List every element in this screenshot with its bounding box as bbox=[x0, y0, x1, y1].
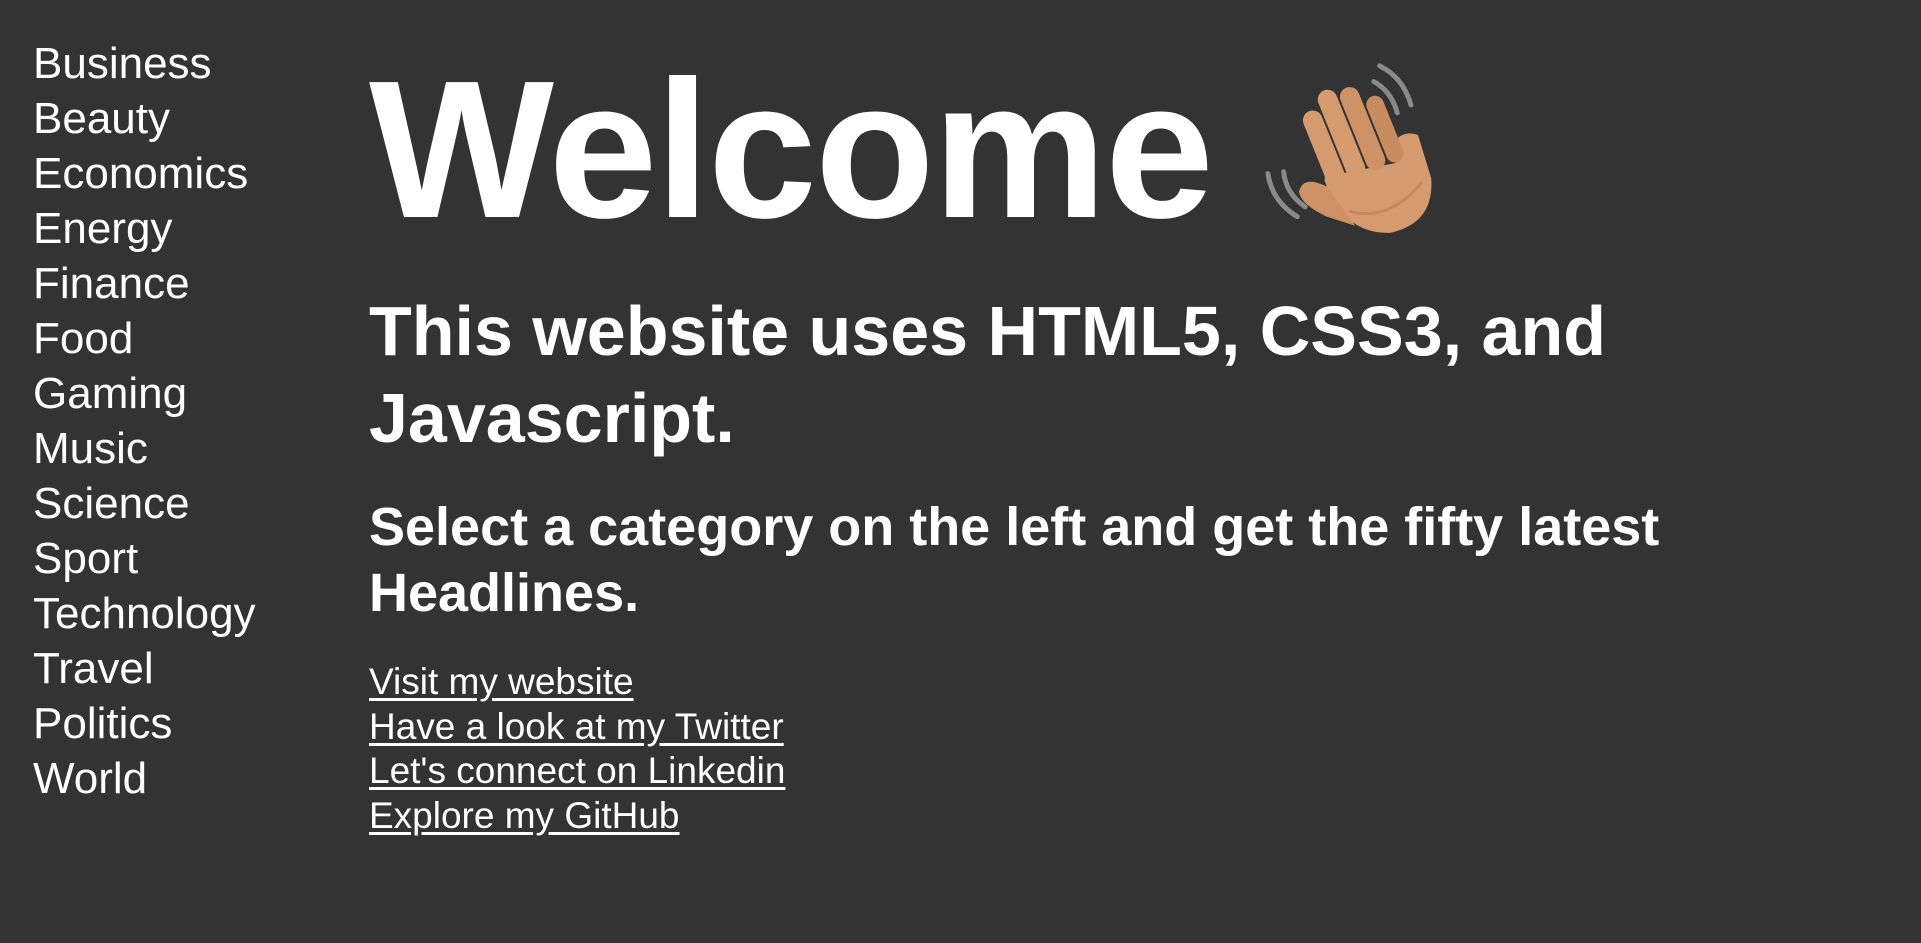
linkedin-link[interactable]: Let's connect on Linkedin bbox=[369, 749, 785, 794]
sidebar-item-food[interactable]: Food bbox=[33, 311, 333, 366]
github-link[interactable]: Explore my GitHub bbox=[369, 794, 785, 839]
sidebar-item-business[interactable]: Business bbox=[33, 36, 333, 91]
twitter-link[interactable]: Have a look at my Twitter bbox=[369, 705, 785, 750]
sidebar-item-travel[interactable]: Travel bbox=[33, 641, 333, 696]
sidebar-item-energy[interactable]: Energy bbox=[33, 201, 333, 256]
sidebar-item-technology[interactable]: Technology bbox=[33, 586, 333, 641]
website-link[interactable]: Visit my website bbox=[369, 660, 785, 705]
sidebar-item-science[interactable]: Science bbox=[33, 476, 333, 531]
sidebar-item-economics[interactable]: Economics bbox=[33, 146, 333, 201]
sidebar-item-gaming[interactable]: Gaming bbox=[33, 366, 333, 421]
instruction-heading: Select a category on the left and get th… bbox=[369, 497, 1660, 623]
sidebar-item-finance[interactable]: Finance bbox=[33, 256, 333, 311]
sidebar-item-politics[interactable]: Politics bbox=[33, 696, 333, 751]
category-sidebar: Business Beauty Economics Energy Finance… bbox=[33, 36, 333, 806]
tech-stack-heading: This website uses HTML5, CSS3, and Javas… bbox=[369, 292, 1606, 457]
sidebar-item-sport[interactable]: Sport bbox=[33, 531, 333, 586]
waving-hand-icon bbox=[1265, 63, 1432, 233]
sidebar-item-beauty[interactable]: Beauty bbox=[33, 91, 333, 146]
sidebar-item-world[interactable]: World bbox=[33, 751, 333, 806]
hero: Welcome bbox=[369, 52, 1460, 252]
sidebar-item-music[interactable]: Music bbox=[33, 421, 333, 476]
page-title: Welcome bbox=[369, 40, 1214, 259]
social-links: Visit my website Have a look at my Twitt… bbox=[369, 660, 785, 838]
